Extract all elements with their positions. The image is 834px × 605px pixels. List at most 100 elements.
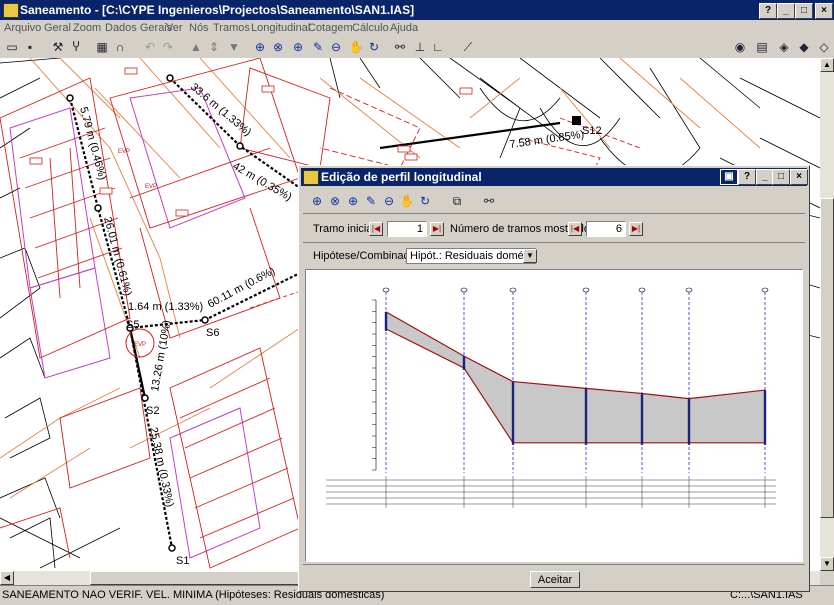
app-icon	[3, 3, 19, 18]
export-icon[interactable]: ◇	[816, 39, 832, 55]
app-titlebar: Saneamento - [C:\CYPE Ingenieros\Project…	[0, 0, 834, 20]
globe-icon[interactable]: ◉	[732, 39, 748, 55]
menu-zoom[interactable]: Zoom	[73, 22, 101, 34]
window-title: Saneamento - [C:\CYPE Ingenieros\Project…	[20, 3, 415, 17]
magnet-icon[interactable]: ∩	[112, 39, 128, 55]
menu-longitudinal[interactable]: Longitudinal	[251, 22, 310, 34]
toolbar: ▭ ▪ ⚒ Ⴤ ▦ ∩ ↶ ↷ ▲ ⇕ ▼ ⊕ ⊗ ⊕ ✎ ⊖ ✋ ↻ ⚯ ⊥ …	[0, 36, 834, 59]
profile-chart	[326, 287, 776, 508]
evp-label-1: EVP	[118, 149, 130, 155]
pipe-label-1: 33.6 m (1.33%)	[188, 81, 253, 139]
menu-nos[interactable]: Nós	[189, 22, 209, 34]
menu-ver[interactable]: Ver	[166, 22, 183, 34]
undo-icon[interactable]: ↶	[142, 39, 158, 55]
dialog-titlebar: Edição de perfil longitudinal ▣ ? _ □ ×	[301, 168, 808, 186]
station-marker	[382, 287, 390, 293]
dlg-zoom-in-icon[interactable]: ⊕	[345, 193, 361, 209]
new-file-icon[interactable]: ▭	[4, 39, 20, 55]
accept-button[interactable]: Aceitar	[530, 571, 580, 588]
filter-icon[interactable]: Ⴤ	[68, 39, 84, 55]
angle-icon[interactable]: ∟	[430, 39, 446, 55]
tool-icon[interactable]: ⚒	[50, 39, 66, 55]
node-label-s12: S12	[582, 125, 602, 137]
minimize-button[interactable]: _	[777, 3, 795, 19]
menu-dados-gerais[interactable]: Dados Gerais	[105, 22, 172, 34]
scroll-up-icon[interactable]: ▲	[820, 58, 834, 72]
dlg-redraw-icon[interactable]: ↻	[417, 193, 433, 209]
dialog-toolbar: ⊕ ⊗ ⊕ ✎ ⊖ ✋ ↻ ⧉ ⚯	[305, 190, 505, 210]
move-down-icon[interactable]: ▼	[226, 39, 242, 55]
tramo-inicial-label: Tramo inicial	[313, 223, 375, 235]
hipotese-value: Hipót.: Residuais domésticas	[410, 250, 535, 262]
cube-icon[interactable]: ◆	[796, 39, 812, 55]
numero-tramos-field[interactable]: 6	[586, 221, 626, 237]
profile-canvas[interactable]	[305, 269, 803, 562]
help-button[interactable]: ?	[759, 3, 777, 19]
box3d-icon[interactable]: ◈	[776, 39, 792, 55]
pipe-label-3: 1.64 m (1.33%)	[128, 301, 203, 313]
dimension-icon[interactable]: ⊥	[412, 39, 428, 55]
dialog-help-button[interactable]: ?	[738, 169, 756, 185]
dialog-maximize-button[interactable]: □	[772, 169, 790, 185]
dialog-context-icon[interactable]: ▣	[720, 169, 738, 185]
node-label-s5: S5	[126, 319, 139, 331]
dlg-zoom-window-icon[interactable]: ⊕	[309, 193, 325, 209]
maximize-button[interactable]: □	[795, 3, 813, 19]
move-up-icon[interactable]: ▲	[188, 39, 204, 55]
dxf-icon[interactable]: ▦	[94, 39, 110, 55]
close-button[interactable]: ×	[815, 3, 833, 19]
pencil-icon[interactable]: ✎	[310, 39, 326, 55]
pipe-label-9: 7.58 m (0.85%)	[509, 129, 585, 151]
menu-tramos[interactable]: Tramos	[213, 22, 250, 34]
menu-ajuda[interactable]: Ajuda	[390, 22, 418, 34]
dlg-binoculars-icon[interactable]: ⚯	[481, 193, 497, 209]
pan-icon[interactable]: ✋	[348, 39, 364, 55]
tramo-prev-icon[interactable]: |◀	[369, 222, 383, 236]
pipe-area	[386, 311, 765, 443]
calculator-icon[interactable]: ▤	[754, 39, 770, 55]
menu-arquivo[interactable]: Arquivo	[4, 22, 41, 34]
dlg-zoom-all-icon[interactable]: ⊗	[327, 193, 343, 209]
station-marker	[460, 287, 468, 293]
pipe-label-8: 13.26 m (10%)	[149, 319, 173, 392]
hipotese-select[interactable]: Hipót.: Residuais domésticas	[406, 248, 536, 264]
menu-calculo[interactable]: Cálculo	[352, 22, 389, 34]
redraw-icon[interactable]: ↻	[366, 39, 382, 55]
zoom-all-icon[interactable]: ⊗	[270, 39, 286, 55]
station-marker	[685, 287, 693, 293]
node-label-s6: S6	[206, 327, 219, 339]
move-vertical-icon[interactable]: ⇕	[206, 39, 222, 55]
dialog-title: Edição de perfil longitudinal	[321, 170, 482, 184]
numero-prev-icon[interactable]: |◀	[568, 222, 582, 236]
dlg-pencil-icon[interactable]: ✎	[363, 193, 379, 209]
scroll-down-icon[interactable]: ▼	[820, 557, 834, 571]
node-label-s2: S2	[146, 405, 159, 417]
dialog-close-button[interactable]: ×	[790, 169, 808, 185]
hipotese-dropdown-icon[interactable]: ▼	[523, 249, 537, 263]
menu-cotagem[interactable]: Cotagem	[308, 22, 353, 34]
menu-bar: Arquivo Geral Zoom Dados Gerais Ver Nós …	[0, 20, 834, 36]
graph-icon[interactable]: ⟋	[460, 39, 476, 55]
pipe-label-4: 60.11 m (0.6%)	[206, 265, 277, 311]
zoom-in-icon[interactable]: ⊕	[290, 39, 306, 55]
dialog-app-icon	[303, 170, 319, 185]
redo-icon[interactable]: ↷	[160, 39, 176, 55]
dlg-copy-icon[interactable]: ⧉	[449, 193, 465, 209]
binoculars-icon[interactable]: ⚯	[392, 39, 408, 55]
zoom-out-icon[interactable]: ⊖	[328, 39, 344, 55]
scroll-left-icon[interactable]: ◀	[0, 571, 14, 585]
dlg-pan-icon[interactable]: ✋	[399, 193, 415, 209]
pipe-label-7: 25.38 m (0.33%)	[147, 426, 176, 508]
vertical-scroll-thumb[interactable]	[820, 198, 834, 518]
vertical-scrollbar[interactable]: ▲ ▼	[820, 58, 834, 571]
dlg-zoom-out-icon[interactable]: ⊖	[381, 193, 397, 209]
station-marker	[761, 287, 769, 293]
menu-geral[interactable]: Geral	[44, 22, 71, 34]
profile-dialog: Edição de perfil longitudinal ▣ ? _ □ × …	[298, 165, 810, 592]
zoom-window-icon[interactable]: ⊕	[252, 39, 268, 55]
pipe-label-2: 42 m (0.35%)	[231, 160, 294, 203]
tramo-inicial-field[interactable]: 1	[387, 221, 427, 237]
save-icon[interactable]: ▪	[22, 39, 38, 55]
numero-next-icon[interactable]: ▶|	[629, 222, 643, 236]
tramo-next-icon[interactable]: ▶|	[430, 222, 444, 236]
